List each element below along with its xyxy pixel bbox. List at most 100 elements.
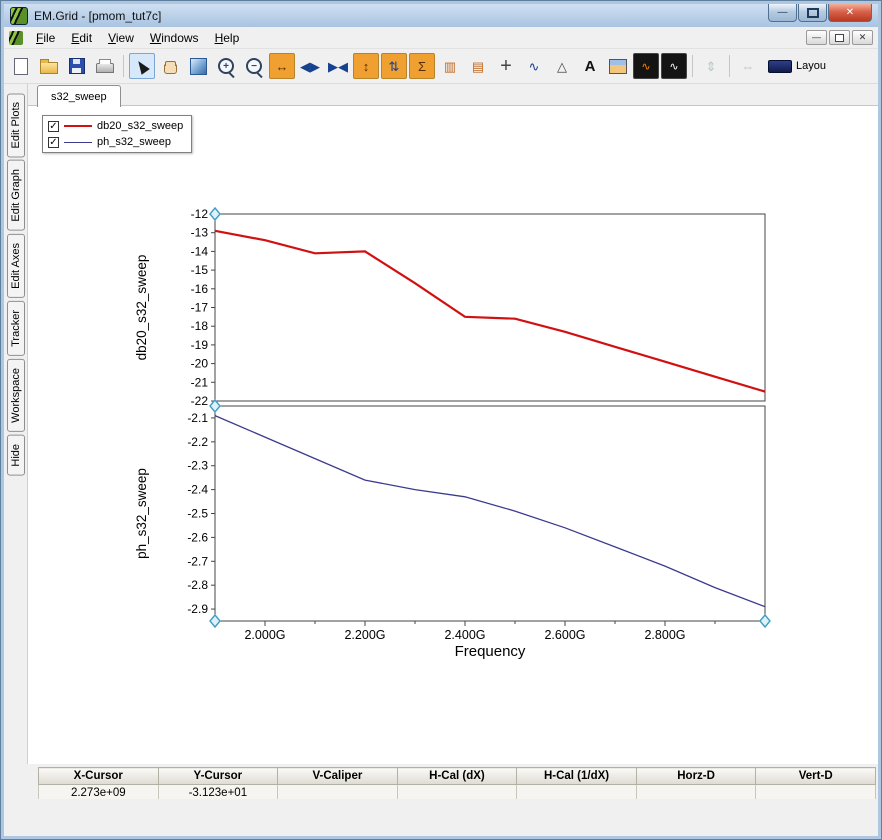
menu-help[interactable]: Help xyxy=(207,29,248,47)
zoom-in-icon[interactable]: + xyxy=(213,53,239,79)
close-button[interactable]: ✕ xyxy=(828,4,872,22)
x-tick-label: 2.000G xyxy=(244,628,285,642)
table-columns-icon[interactable]: ▥ xyxy=(437,53,463,79)
pan-hand-icon-shape xyxy=(163,60,177,74)
new-document-icon[interactable] xyxy=(8,53,34,79)
mdi-child-icon[interactable] xyxy=(9,30,23,45)
image-icon[interactable] xyxy=(605,53,631,79)
main-area: Edit Plots Edit Graph Edit Axes Tracker Work… xyxy=(4,84,878,764)
zoom-window-icon[interactable] xyxy=(185,53,211,79)
window-controls: — ✕ xyxy=(768,4,872,22)
cursor-table: X-Cursor Y-Cursor V-Caliper H-Cal (dX) H-Cal… xyxy=(38,767,876,802)
print-icon[interactable] xyxy=(92,53,118,79)
cursor-col-header: H-Cal (dX) xyxy=(396,767,518,785)
cursor-col-header: X-Cursor xyxy=(38,767,159,785)
window-frame: EM.Grid - [pmom_tut7c] — ✕ File Edit View Wi… xyxy=(1,1,881,839)
menu-edit[interactable]: Edit xyxy=(63,29,100,47)
cursor-diamond-handle[interactable] xyxy=(209,398,221,414)
legend-line-sample xyxy=(64,141,92,143)
layout-button[interactable]: Layou xyxy=(763,53,831,79)
window-title: EM.Grid - [pmom_tut7c] xyxy=(34,8,162,23)
table-rows-icon[interactable]: ▤ xyxy=(465,53,491,79)
series-db20_s32_sweep[interactable] xyxy=(214,229,766,393)
zoom-window-icon-shape xyxy=(189,57,207,75)
sidebar-tab-edit-graph[interactable]: Edit Graph xyxy=(6,160,25,232)
legend-checkbox[interactable]: ✓ xyxy=(48,120,59,132)
menu-windows[interactable]: Windows xyxy=(142,29,207,47)
status-strip xyxy=(4,799,878,836)
sidebar: Edit Plots Edit Graph Edit Axes Tracker Work… xyxy=(4,84,27,764)
maximize-button[interactable] xyxy=(798,4,827,22)
legend-checkbox[interactable]: ✓ xyxy=(48,136,59,148)
scroll-y-icon[interactable]: ⇅ xyxy=(381,53,407,79)
compress-x-icon[interactable]: ▶◀ xyxy=(325,53,351,79)
select-arrow-icon-shape xyxy=(134,57,150,75)
y-tick-label: -2.2 xyxy=(187,435,208,449)
cursor-col-header: Horz-D xyxy=(635,767,757,785)
cursor-diamond-handle[interactable] xyxy=(759,613,771,629)
cursor-col-header: Vert-D xyxy=(755,767,876,785)
scroll-x-icon[interactable]: ◀▶ xyxy=(297,53,323,79)
title-bar[interactable]: EM.Grid - [pmom_tut7c] — ✕ xyxy=(4,4,878,27)
y-tick-label: -2.6 xyxy=(187,530,208,544)
y-axis-title: ph_s32_sweep xyxy=(134,468,149,559)
curve-marker-icon[interactable]: ∿ xyxy=(521,53,547,79)
sidebar-tab-edit-plots[interactable]: Edit Plots xyxy=(6,93,25,158)
mdi-minimize-button[interactable]: — xyxy=(806,30,827,45)
y-tick-label: -17 xyxy=(191,301,209,315)
slope-marker-icon[interactable]: △ xyxy=(549,53,575,79)
sidebar-tab-tracker[interactable]: Tracker xyxy=(6,300,25,356)
legend-line-sample xyxy=(64,125,92,127)
text-annotation-icon[interactable]: A xyxy=(577,53,603,79)
legend-box: ✓ db20_s32_sweep ✓ ph_s32_sweep xyxy=(42,115,192,153)
fft-window2-icon[interactable]: ∿ xyxy=(661,53,687,79)
open-folder-icon[interactable] xyxy=(36,53,62,79)
toolbar-separator xyxy=(729,55,730,77)
cursor-col-header: V-Caliper xyxy=(277,767,398,785)
y-tick-label: -2.3 xyxy=(187,459,208,473)
expand-y-icon[interactable]: ↕ xyxy=(353,53,379,79)
pan-hand-icon[interactable] xyxy=(157,53,183,79)
zoom-out-icon[interactable]: − xyxy=(241,53,267,79)
add-marker-icon[interactable]: + xyxy=(493,53,519,79)
y-tick-label: -2.1 xyxy=(187,411,208,425)
menu-bar: File Edit View Windows Help — ✕ xyxy=(4,27,878,49)
sidebar-tab-workspace[interactable]: Workspace xyxy=(6,358,25,432)
mdi-close-button[interactable]: ✕ xyxy=(852,30,873,45)
y-tick-label: -2.7 xyxy=(187,554,208,568)
toolbar-separator xyxy=(123,55,124,77)
legend-row: ✓ ph_s32_sweep xyxy=(48,136,186,148)
expand-x-icon[interactable]: ↔ xyxy=(269,53,295,79)
y-tick-label: -2.8 xyxy=(187,578,208,592)
select-arrow-icon[interactable] xyxy=(129,53,155,79)
y-tick-label: -22 xyxy=(191,394,209,408)
plot-box-ph_s32_sweep xyxy=(214,405,766,622)
plot-svg: -12 -13 -14 -15 -16 -17 -18 -19 -20 -21 -22 db20_s3… xyxy=(134,206,771,660)
app-logo-icon xyxy=(10,6,28,25)
tab-s32-sweep[interactable]: s32_sweep xyxy=(37,85,121,107)
cursor-col-header: Y-Cursor xyxy=(157,767,279,785)
app-window: EM.Grid - [pmom_tut7c] — ✕ File Edit View Wi… xyxy=(0,0,882,840)
cursor-diamond-handle[interactable] xyxy=(209,206,221,222)
autoscale-sum-icon[interactable]: Σ xyxy=(409,53,435,79)
mdi-restore-button[interactable] xyxy=(829,30,850,45)
sidebar-tab-edit-axes[interactable]: Edit Axes xyxy=(6,234,25,298)
menu-view[interactable]: View xyxy=(100,29,142,47)
plot-box-db20_s32_sweep xyxy=(214,213,766,402)
series-ph_s32_sweep[interactable] xyxy=(214,415,766,608)
y-tick-label: -2.5 xyxy=(187,507,208,521)
y-tick-label: -2.4 xyxy=(187,483,208,497)
menu-file[interactable]: File xyxy=(28,29,63,47)
cursor-diamond-handle[interactable] xyxy=(209,613,221,629)
cursor-table-header-row: X-Cursor Y-Cursor V-Caliper H-Cal (dX) H-Cal… xyxy=(38,767,876,785)
save-icon[interactable] xyxy=(64,53,90,79)
sidebar-tab-hide[interactable]: Hide xyxy=(6,434,25,476)
fft-window1-icon[interactable]: ∿ xyxy=(633,53,659,79)
maximize-glyph xyxy=(806,7,819,18)
x-tick-label: 2.800G xyxy=(644,628,685,642)
legend-label: db20_s32_sweep xyxy=(97,120,184,132)
minimize-button[interactable]: — xyxy=(768,4,797,22)
y-tick-label: -19 xyxy=(191,338,209,352)
y-tick-label: -2.9 xyxy=(187,602,208,616)
legend-row: ✓ db20_s32_sweep xyxy=(48,120,186,132)
